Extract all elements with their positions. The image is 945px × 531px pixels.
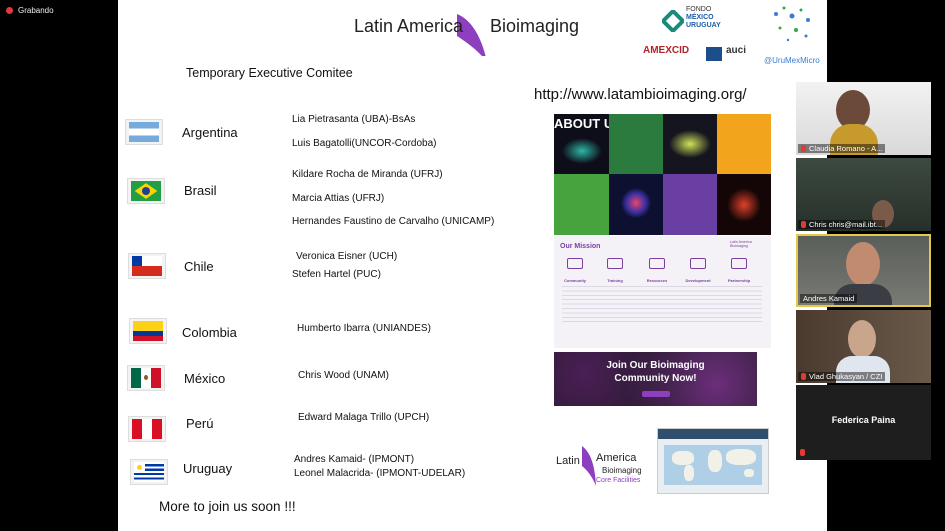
fondo-logo: FONDO MÉXICO URUGUAY bbox=[662, 4, 736, 38]
recording-indicator: Grabando bbox=[6, 6, 54, 15]
flag-mexico bbox=[127, 365, 165, 391]
member: Kildare Rocha de Miranda (UFRJ) bbox=[292, 169, 443, 180]
participant-name: Chris chris@mail.ibt... bbox=[798, 220, 886, 229]
training-icon bbox=[607, 258, 623, 269]
auci-emblem-icon bbox=[706, 47, 722, 61]
member: Chris Wood (UNAM) bbox=[298, 370, 389, 381]
social-handle: @UruMexMicro bbox=[764, 56, 820, 65]
mission-col-development: Development bbox=[685, 258, 711, 285]
record-dot-icon bbox=[6, 7, 13, 14]
video-tile[interactable]: Chris chris@mail.ibt... bbox=[796, 158, 931, 231]
flag-colombia bbox=[129, 318, 167, 344]
development-icon bbox=[690, 258, 706, 269]
logo-text-left: Latin America bbox=[354, 16, 464, 36]
member: Hernandes Faustino de Carvalho (UNICAMP) bbox=[292, 216, 495, 227]
flag-peru bbox=[128, 416, 166, 442]
country-uruguay: Uruguay bbox=[183, 461, 233, 476]
muted-mic-icon bbox=[801, 221, 806, 228]
shared-slide: Latin America Bioimaging FONDO MÉXICO UR… bbox=[118, 0, 827, 531]
join-line2: Community Now! bbox=[614, 373, 697, 384]
video-tile[interactable]: Claudia Romano - A... bbox=[796, 82, 931, 155]
mission-col-partnership: Partnership bbox=[726, 258, 752, 285]
core-logo-line2: America bbox=[596, 452, 637, 464]
latam-bioimaging-logo: Latin America Bioimaging bbox=[354, 14, 582, 56]
fondo-line1: FONDO bbox=[686, 6, 712, 13]
mission-title: Our Mission bbox=[560, 243, 601, 250]
join-line1: Join Our Bioimaging bbox=[606, 360, 705, 371]
website-url: http://www.latambioimaging.org/ bbox=[534, 86, 747, 103]
map-thumbnail bbox=[657, 428, 769, 494]
participant-name: Claudia Romano - A... bbox=[798, 144, 886, 153]
member: Marcia Attias (UFRJ) bbox=[292, 193, 385, 204]
core-logo-line3: Bioimaging bbox=[602, 466, 642, 475]
member: Edward Malaga Trillo (UPCH) bbox=[298, 412, 430, 423]
mission-col-resources: Resources bbox=[644, 258, 670, 285]
core-logo-line1: Latin bbox=[556, 455, 580, 467]
join-community-banner: Join Our Bioimaging Community Now! bbox=[554, 352, 757, 406]
flag-brasil bbox=[127, 178, 165, 204]
member: Luis Bagatolli(UNCOR-Cordoba) bbox=[292, 138, 437, 149]
core-facilities-logo: Latin America Bioimaging Core Facilities bbox=[556, 446, 648, 490]
participant-name-center: Federica Paina bbox=[831, 415, 896, 425]
fondo-line2: MÉXICO bbox=[686, 14, 714, 21]
mission-col-training: Training bbox=[602, 258, 628, 285]
flag-uruguay bbox=[130, 459, 168, 485]
participant-name: Andres Kamaid bbox=[800, 294, 858, 303]
member: Stefen Hartel (PUC) bbox=[292, 269, 381, 280]
muted-mic-icon bbox=[801, 373, 806, 380]
about-us-panel: ABOUT US bbox=[554, 114, 771, 235]
mission-logo: Latin America Bioimaging bbox=[730, 240, 752, 248]
member: Leonel Malacrida- (IPMONT-UDELAR) bbox=[294, 468, 466, 479]
muted-mic-icon bbox=[801, 145, 806, 152]
member: Veronica Eisner (UCH) bbox=[296, 251, 398, 262]
video-tile[interactable]: Vlad Ghukasyan / CZI bbox=[796, 310, 931, 383]
fondo-diamond-icon bbox=[662, 10, 684, 32]
country-argentina: Argentina bbox=[182, 125, 238, 140]
logo-text-right: Bioimaging bbox=[490, 16, 580, 36]
fondo-line3: URUGUAY bbox=[686, 22, 721, 29]
country-mexico: México bbox=[184, 371, 226, 386]
country-chile: Chile bbox=[184, 259, 214, 274]
auci-logo: auci bbox=[726, 45, 747, 56]
member: Lia Pietrasanta (UBA)-BsAs bbox=[292, 114, 416, 125]
country-brasil: Brasil bbox=[184, 183, 217, 198]
more-to-join-text: More to join us soon !!! bbox=[159, 499, 296, 514]
participant-name: Vlad Ghukasyan / CZI bbox=[798, 372, 886, 381]
flag-chile bbox=[128, 253, 166, 279]
muted-mic-icon bbox=[800, 449, 805, 456]
recording-label: Grabando bbox=[18, 6, 54, 15]
video-tile-active-speaker[interactable]: Andres Kamaid bbox=[796, 234, 931, 307]
our-mission-panel: Our Mission Latin America Bioimaging Com… bbox=[554, 236, 771, 348]
join-button[interactable] bbox=[642, 391, 670, 397]
mission-col-community: Community bbox=[562, 258, 588, 285]
amexcid-logo: AMEXCID bbox=[643, 45, 690, 56]
video-tile-no-video[interactable]: Federica Paina bbox=[796, 385, 931, 460]
resources-icon bbox=[649, 258, 665, 269]
community-icon bbox=[567, 258, 583, 269]
country-peru: Perú bbox=[186, 416, 214, 431]
flag-argentina bbox=[125, 119, 163, 145]
partnership-icon bbox=[731, 258, 747, 269]
committee-heading: Temporary Executive Comitee bbox=[186, 66, 353, 80]
member: Humberto Ibarra (UNIANDES) bbox=[297, 323, 431, 334]
member: Andres Kamaid- (IPMONT) bbox=[294, 454, 415, 465]
urumexmicro-dots-icon bbox=[774, 6, 810, 42]
core-logo-line4: Core Facilities bbox=[596, 477, 641, 484]
country-colombia: Colombia bbox=[182, 325, 237, 340]
